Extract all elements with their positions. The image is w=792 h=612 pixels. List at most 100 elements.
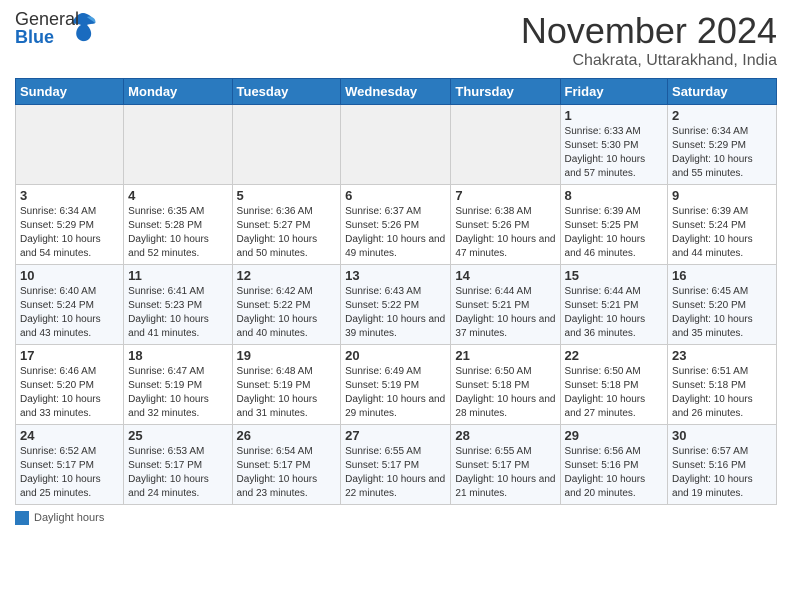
day-number: 9 [672, 188, 772, 203]
calendar-cell: 11 Sunrise: 6:41 AM Sunset: 5:23 PM Dayli… [124, 265, 232, 345]
calendar-cell: 6Sunrise: 6:37 AM Sunset: 5:26 PM Daylig… [341, 185, 451, 265]
calendar-cell: 4 Sunrise: 6:35 AM Sunset: 5:28 PM Daylig… [124, 185, 232, 265]
calendar-row-1: 3Sunrise: 6:34 AM Sunset: 5:29 PM Daylig… [16, 185, 777, 265]
calendar-row-0: 1 Sunrise: 6:33 AM Sunset: 5:30 PM Daylig… [16, 105, 777, 185]
day-number: 5 [237, 188, 337, 203]
title-section: November 2024 Chakrata, Uttarakhand, Ind… [521, 10, 777, 70]
day-number: 8 [565, 188, 664, 203]
day-number: 16 [672, 268, 772, 283]
calendar-cell: 28Sunrise: 6:55 AM Sunset: 5:17 PM Dayli… [451, 425, 560, 505]
logo-blue-text: Blue [15, 28, 67, 46]
calendar-cell: 16 Sunrise: 6:45 AM Sunset: 5:20 PM Dayli… [668, 265, 777, 345]
day-number: 20 [345, 348, 446, 363]
calendar-cell [16, 105, 124, 185]
calendar-cell: 1 Sunrise: 6:33 AM Sunset: 5:30 PM Daylig… [560, 105, 668, 185]
day-info: Sunrise: 6:55 AM Sunset: 5:17 PM Dayligh… [345, 445, 446, 501]
day-number: 15 [565, 268, 664, 283]
day-info: Sunrise: 6:33 AM Sunset: 5:30 PM Dayligh… [565, 125, 664, 181]
calendar-header-saturday: Saturday [668, 79, 777, 105]
page-container: General Blue November 2024 Chakrata, Utt… [0, 0, 792, 535]
calendar-cell: 22 Sunrise: 6:50 AM Sunset: 5:18 PM Dayli… [560, 345, 668, 425]
day-info: Sunrise: 6:47 AM Sunset: 5:19 PM Dayligh… [128, 365, 227, 421]
day-info: Sunrise: 6:35 AM Sunset: 5:28 PM Dayligh… [128, 205, 227, 261]
calendar-cell: 5 Sunrise: 6:36 AM Sunset: 5:27 PM Daylig… [232, 185, 341, 265]
calendar-cell: 30 Sunrise: 6:57 AM Sunset: 5:16 PM Dayli… [668, 425, 777, 505]
day-number: 23 [672, 348, 772, 363]
day-info: Sunrise: 6:38 AM Sunset: 5:26 PM Dayligh… [455, 205, 555, 261]
day-number: 11 [128, 268, 227, 283]
day-info: Sunrise: 6:34 AM Sunset: 5:29 PM Dayligh… [672, 125, 772, 181]
legend-color-box [15, 511, 29, 525]
calendar-row-2: 10Sunrise: 6:40 AM Sunset: 5:24 PM Dayli… [16, 265, 777, 345]
calendar-cell [451, 105, 560, 185]
day-info: Sunrise: 6:36 AM Sunset: 5:27 PM Dayligh… [237, 205, 337, 261]
day-number: 7 [455, 188, 555, 203]
calendar-cell: 12Sunrise: 6:42 AM Sunset: 5:22 PM Dayli… [232, 265, 341, 345]
day-number: 26 [237, 428, 337, 443]
calendar-footer: Daylight hours [15, 511, 777, 525]
day-number: 30 [672, 428, 772, 443]
page-title: November 2024 [521, 10, 777, 52]
day-number: 12 [237, 268, 337, 283]
calendar-header-friday: Friday [560, 79, 668, 105]
legend-label: Daylight hours [34, 512, 104, 524]
day-number: 3 [20, 188, 119, 203]
calendar-cell: 7 Sunrise: 6:38 AM Sunset: 5:26 PM Daylig… [451, 185, 560, 265]
day-info: Sunrise: 6:56 AM Sunset: 5:16 PM Dayligh… [565, 445, 664, 501]
day-info: Sunrise: 6:50 AM Sunset: 5:18 PM Dayligh… [565, 365, 664, 421]
page-header: General Blue November 2024 Chakrata, Utt… [15, 10, 777, 70]
day-number: 14 [455, 268, 555, 283]
day-number: 29 [565, 428, 664, 443]
calendar-cell: 15 Sunrise: 6:44 AM Sunset: 5:21 PM Dayli… [560, 265, 668, 345]
calendar-row-4: 24Sunrise: 6:52 AM Sunset: 5:17 PM Dayli… [16, 425, 777, 505]
calendar-row-3: 17 Sunrise: 6:46 AM Sunset: 5:20 PM Dayli… [16, 345, 777, 425]
day-info: Sunrise: 6:57 AM Sunset: 5:16 PM Dayligh… [672, 445, 772, 501]
day-info: Sunrise: 6:37 AM Sunset: 5:26 PM Dayligh… [345, 205, 446, 261]
calendar-cell: 24Sunrise: 6:52 AM Sunset: 5:17 PM Dayli… [16, 425, 124, 505]
calendar-cell: 20Sunrise: 6:49 AM Sunset: 5:19 PM Dayli… [341, 345, 451, 425]
calendar-cell [341, 105, 451, 185]
calendar-cell [124, 105, 232, 185]
calendar-header-sunday: Sunday [16, 79, 124, 105]
page-subtitle: Chakrata, Uttarakhand, India [521, 52, 777, 70]
calendar-cell: 23 Sunrise: 6:51 AM Sunset: 5:18 PM Dayli… [668, 345, 777, 425]
calendar-cell: 3Sunrise: 6:34 AM Sunset: 5:29 PM Daylig… [16, 185, 124, 265]
calendar-cell: 2 Sunrise: 6:34 AM Sunset: 5:29 PM Daylig… [668, 105, 777, 185]
calendar-cell: 8Sunrise: 6:39 AM Sunset: 5:25 PM Daylig… [560, 185, 668, 265]
day-info: Sunrise: 6:51 AM Sunset: 5:18 PM Dayligh… [672, 365, 772, 421]
day-info: Sunrise: 6:44 AM Sunset: 5:21 PM Dayligh… [565, 285, 664, 341]
calendar-header-wednesday: Wednesday [341, 79, 451, 105]
day-number: 27 [345, 428, 446, 443]
day-info: Sunrise: 6:53 AM Sunset: 5:17 PM Dayligh… [128, 445, 227, 501]
day-number: 18 [128, 348, 227, 363]
day-number: 13 [345, 268, 446, 283]
day-number: 28 [455, 428, 555, 443]
calendar-cell: 9 Sunrise: 6:39 AM Sunset: 5:24 PM Daylig… [668, 185, 777, 265]
calendar-cell: 10Sunrise: 6:40 AM Sunset: 5:24 PM Dayli… [16, 265, 124, 345]
calendar-header-thursday: Thursday [451, 79, 560, 105]
day-info: Sunrise: 6:46 AM Sunset: 5:20 PM Dayligh… [20, 365, 119, 421]
calendar-cell: 19Sunrise: 6:48 AM Sunset: 5:19 PM Dayli… [232, 345, 341, 425]
calendar-header-tuesday: Tuesday [232, 79, 341, 105]
calendar-cell: 13 Sunrise: 6:43 AM Sunset: 5:22 PM Dayli… [341, 265, 451, 345]
calendar-cell: 21Sunrise: 6:50 AM Sunset: 5:18 PM Dayli… [451, 345, 560, 425]
day-info: Sunrise: 6:44 AM Sunset: 5:21 PM Dayligh… [455, 285, 555, 341]
day-info: Sunrise: 6:39 AM Sunset: 5:24 PM Dayligh… [672, 205, 772, 261]
day-number: 17 [20, 348, 119, 363]
calendar-cell: 26Sunrise: 6:54 AM Sunset: 5:17 PM Dayli… [232, 425, 341, 505]
day-number: 4 [128, 188, 227, 203]
day-info: Sunrise: 6:45 AM Sunset: 5:20 PM Dayligh… [672, 285, 772, 341]
calendar-header-row: SundayMondayTuesdayWednesdayThursdayFrid… [16, 79, 777, 105]
day-number: 24 [20, 428, 119, 443]
day-info: Sunrise: 6:50 AM Sunset: 5:18 PM Dayligh… [455, 365, 555, 421]
day-number: 1 [565, 108, 664, 123]
logo: General Blue [15, 10, 97, 50]
day-number: 19 [237, 348, 337, 363]
day-number: 22 [565, 348, 664, 363]
day-info: Sunrise: 6:41 AM Sunset: 5:23 PM Dayligh… [128, 285, 227, 341]
day-info: Sunrise: 6:43 AM Sunset: 5:22 PM Dayligh… [345, 285, 446, 341]
calendar-cell: 25Sunrise: 6:53 AM Sunset: 5:17 PM Dayli… [124, 425, 232, 505]
day-number: 2 [672, 108, 772, 123]
day-info: Sunrise: 6:40 AM Sunset: 5:24 PM Dayligh… [20, 285, 119, 341]
logo-general-text: General [15, 10, 67, 28]
